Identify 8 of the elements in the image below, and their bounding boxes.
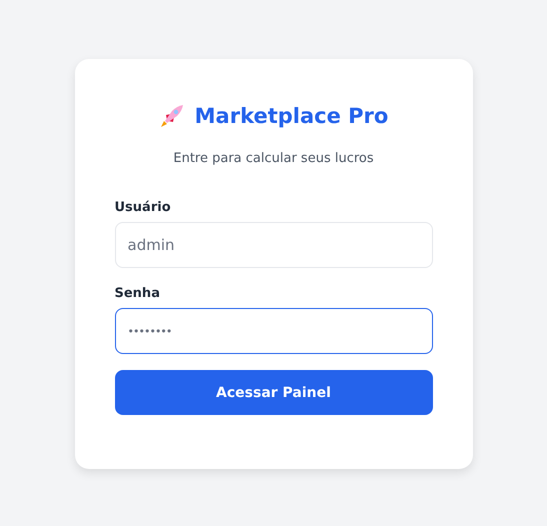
password-field[interactable]: ••••••••: [114, 308, 432, 354]
subtitle: Entre para calcular seus lucros: [172, 151, 375, 166]
app-title: Marketplace Pro: [194, 104, 388, 128]
field-label: Senha: [114, 286, 161, 301]
rocket-icon: [158, 103, 185, 129]
login-button[interactable]: Acessar Painel: [114, 370, 432, 415]
field-label: Usuário: [114, 200, 172, 215]
username-field[interactable]: admin: [114, 222, 432, 268]
